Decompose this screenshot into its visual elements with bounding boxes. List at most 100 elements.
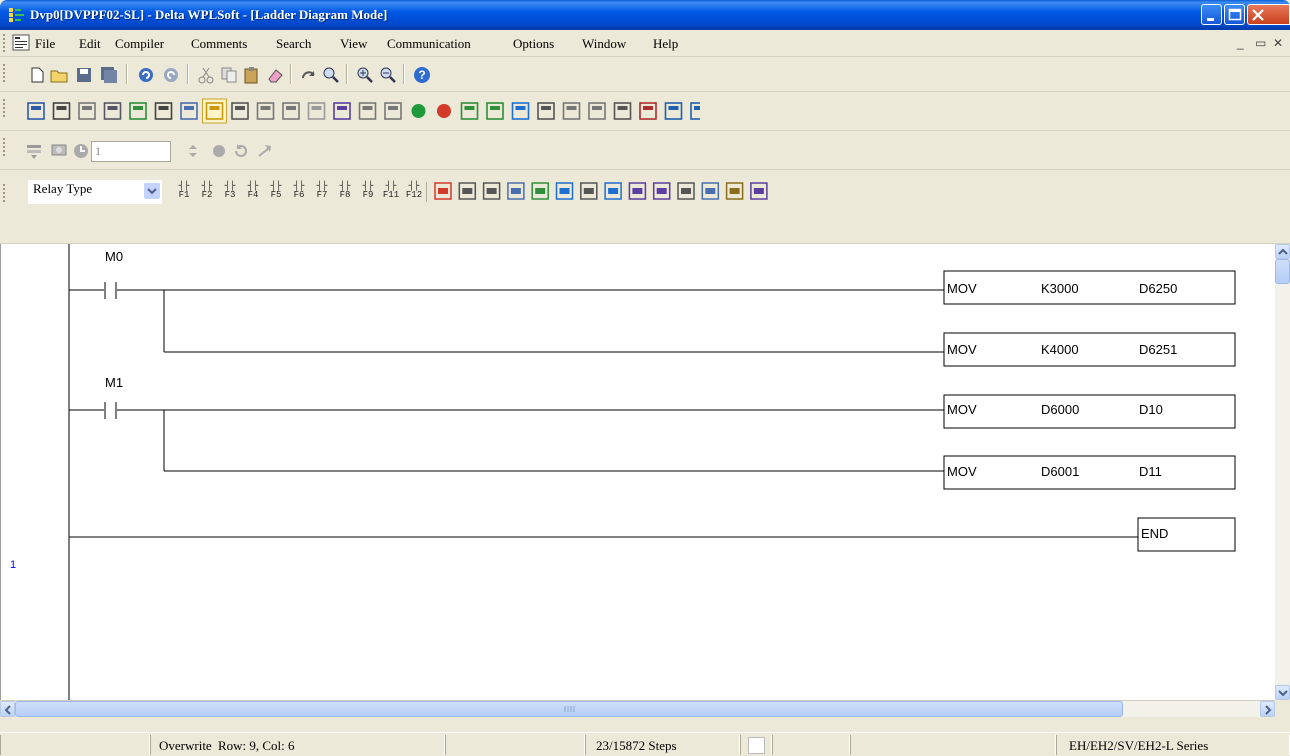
ladder-editor[interactable]: M0 MOV K3000 D6250 MOV K4000 D6251 M1 MO… <box>0 244 1276 700</box>
light-icon[interactable] <box>307 102 326 120</box>
link-icon[interactable] <box>154 102 173 120</box>
maximize-button[interactable] <box>1224 4 1245 25</box>
help-icon[interactable]: ? <box>413 66 431 84</box>
new-file-icon[interactable] <box>28 66 46 84</box>
compare-icon[interactable] <box>588 102 606 120</box>
menu-comments[interactable]: Comments <box>191 36 247 52</box>
monitor-icon[interactable] <box>664 102 683 120</box>
menu-file[interactable]: File <box>35 36 55 52</box>
spin-icon[interactable] <box>184 142 202 160</box>
scroll-right-button[interactable] <box>1260 701 1275 717</box>
sfc-icon[interactable] <box>511 102 530 120</box>
close-button[interactable] <box>1247 4 1290 25</box>
menu-edit[interactable]: Edit <box>79 36 101 52</box>
normally-open-contact-m1[interactable] <box>69 402 944 419</box>
save-all-icon[interactable] <box>100 66 118 84</box>
horizontal-scroll-thumb[interactable] <box>15 701 1123 717</box>
monitor-alt-icon[interactable] <box>690 102 700 120</box>
zoom-out-icon[interactable] <box>379 66 397 84</box>
ladder-mode-icon[interactable] <box>202 98 227 124</box>
edit-icon[interactable] <box>129 102 147 120</box>
memory-icon[interactable] <box>333 102 351 120</box>
refresh-icon[interactable] <box>232 142 250 160</box>
grid-calc-icon[interactable] <box>750 182 768 200</box>
menu-compiler[interactable]: Compiler <box>115 36 164 52</box>
scroll-left-button[interactable] <box>0 701 15 717</box>
print-preview-icon[interactable] <box>282 102 300 120</box>
bar-icon[interactable] <box>701 182 720 200</box>
run-to-icon[interactable] <box>256 142 274 160</box>
gear-icon[interactable] <box>604 182 622 200</box>
apd-icon[interactable] <box>482 182 501 200</box>
stop-circle-icon[interactable] <box>210 142 228 160</box>
open-folder-icon[interactable] <box>50 66 68 84</box>
menu-search[interactable]: Search <box>276 36 311 52</box>
end-instruction-box[interactable]: END <box>1137 517 1236 552</box>
mdi-restore-icon[interactable]: ▭ <box>1255 36 1266 50</box>
wave-icon[interactable] <box>555 182 574 200</box>
stop-icon[interactable] <box>437 104 451 118</box>
menu-options[interactable]: Options <box>513 36 554 52</box>
menu-help[interactable]: Help <box>653 36 678 52</box>
minimize-button[interactable] <box>1201 4 1222 25</box>
mdi-close-icon[interactable]: ✕ <box>1273 36 1283 50</box>
eraser-icon[interactable] <box>266 66 284 84</box>
paste-icon[interactable] <box>243 66 261 84</box>
frame-icon[interactable] <box>725 182 744 200</box>
download-icon[interactable] <box>486 102 504 120</box>
timer-icon[interactable] <box>72 142 90 160</box>
goto-icon[interactable] <box>300 66 318 84</box>
undo-icon[interactable] <box>137 66 155 84</box>
mdi-minimize-icon[interactable]: _ <box>1237 36 1244 50</box>
horizontal-scrollbar[interactable] <box>0 700 1275 717</box>
apb-icon[interactable] <box>458 182 477 200</box>
print-icon[interactable] <box>256 102 275 120</box>
ladder-diagram[interactable]: M0 MOV K3000 D6250 MOV K4000 D6251 M1 MO… <box>1 244 1276 700</box>
scroll-up-button[interactable] <box>1275 244 1290 259</box>
pid-icon[interactable] <box>507 182 525 200</box>
cd-icon[interactable] <box>434 182 452 200</box>
align-icon[interactable] <box>677 182 695 200</box>
step-input[interactable]: 1 <box>91 141 171 162</box>
instruction-box-mov-4[interactable]: MOV D6001 D11 <box>943 455 1236 490</box>
upload-icon[interactable] <box>460 102 479 120</box>
menu-communication[interactable]: Communication <box>387 36 471 52</box>
step-down-icon[interactable] <box>25 142 43 160</box>
tree-icon[interactable] <box>52 102 71 120</box>
out-icon[interactable] <box>27 102 45 120</box>
plc-icon[interactable] <box>103 102 122 120</box>
menu-window[interactable]: Window <box>582 36 626 52</box>
instruction-box-mov-1[interactable]: MOV K3000 D6250 <box>943 270 1236 305</box>
zoom-in-icon[interactable] <box>356 66 374 84</box>
code-alt-icon[interactable] <box>562 102 581 120</box>
copy-icon[interactable] <box>220 66 238 84</box>
code-icon[interactable] <box>537 102 555 120</box>
mode-toolbar-icons[interactable] <box>0 92 700 130</box>
normally-open-contact-m0[interactable] <box>69 282 944 299</box>
list-icon[interactable] <box>639 102 657 120</box>
device-icon[interactable] <box>78 102 96 120</box>
instruction-box-mov-3[interactable]: MOV D6000 D10 <box>943 394 1236 429</box>
menu-view[interactable]: View <box>340 36 367 52</box>
cut-icon[interactable] <box>197 66 215 84</box>
tree-calc-icon[interactable] <box>531 182 549 200</box>
list-sort-icon[interactable] <box>580 182 598 200</box>
grid-icon[interactable] <box>358 102 377 120</box>
table-icon[interactable] <box>180 102 198 120</box>
document-icon[interactable] <box>12 34 30 51</box>
instruction-box-mov-2[interactable]: MOV K4000 D6251 <box>943 332 1236 367</box>
monitor-icon[interactable] <box>50 142 68 160</box>
redo-icon[interactable] <box>162 66 180 84</box>
pencil-icon[interactable] <box>231 102 249 120</box>
find-icon[interactable] <box>322 66 340 84</box>
instruction-icons[interactable] <box>0 170 1100 210</box>
binary-icon[interactable] <box>613 102 632 120</box>
matrix-icon[interactable] <box>628 182 647 200</box>
vertical-scroll-thumb[interactable] <box>1275 259 1290 284</box>
vertical-scrollbar[interactable] <box>1275 244 1290 700</box>
save-icon[interactable] <box>75 66 93 84</box>
scroll-down-button[interactable] <box>1275 685 1290 700</box>
run-icon[interactable] <box>411 104 426 118</box>
register-icon[interactable] <box>384 102 402 120</box>
mail-icon[interactable] <box>652 182 671 200</box>
